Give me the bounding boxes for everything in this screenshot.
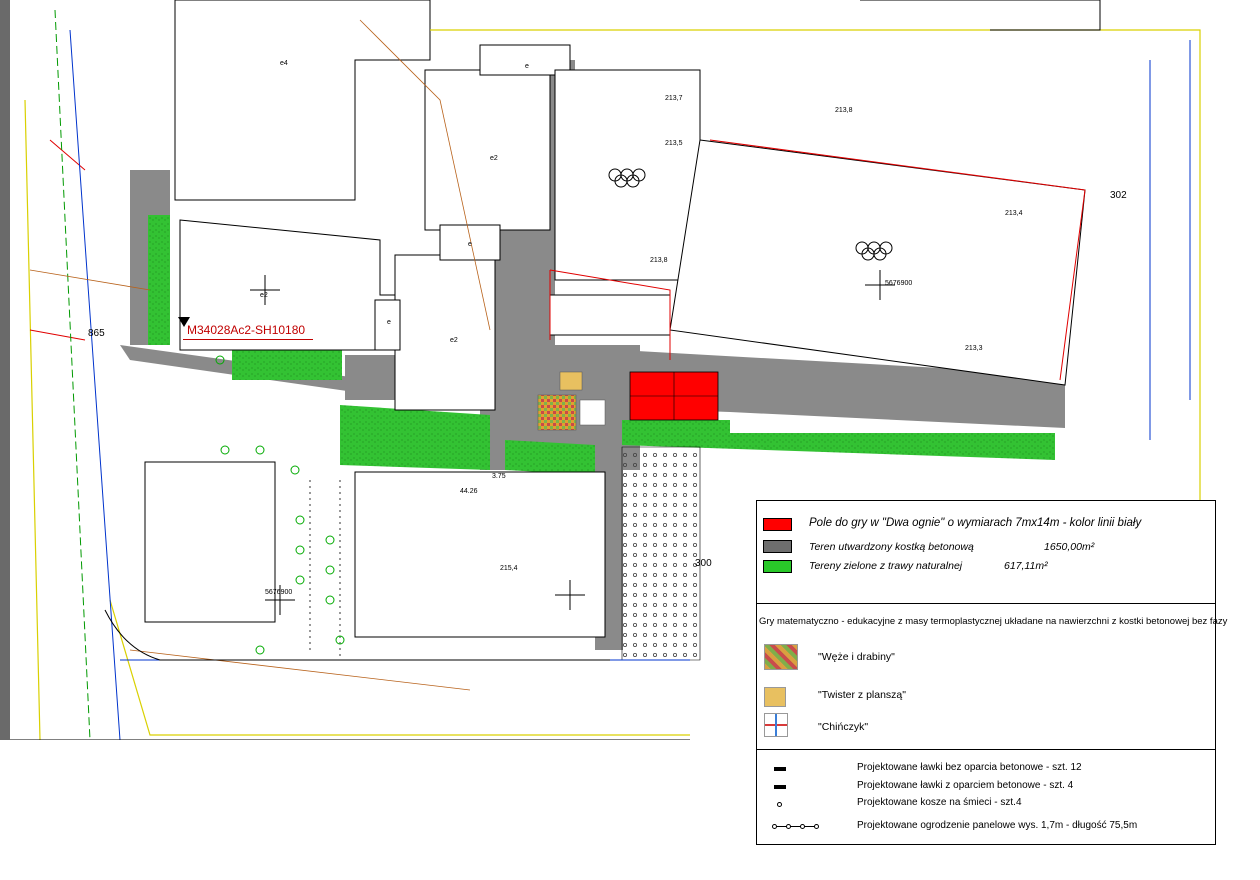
grass-label: Tereny zielone z trawy naturalnej xyxy=(809,560,963,572)
elev-6: 213,8 xyxy=(835,107,853,114)
elev-7: 215,4 xyxy=(500,565,518,572)
grass-value: 617,11m² xyxy=(1004,560,1048,572)
building-e2-north xyxy=(424,69,551,231)
width-1: 44.26 xyxy=(460,488,478,495)
item-label-1: Projektowane ławki bez oparcia betonowe … xyxy=(857,762,1082,773)
side-number-2: 300 xyxy=(695,558,712,569)
map-viewer[interactable]: e4 e e2 e e2 e e2 213,7 213,5 213,8 213,… xyxy=(0,0,1260,880)
grass-strip-west xyxy=(148,215,170,345)
game-twister xyxy=(559,371,583,391)
label-building-2: e xyxy=(525,63,529,70)
game-weze-drabiny xyxy=(537,394,577,431)
item-label-4: Projektowane ogrodzenie panelowe wys. 1,… xyxy=(857,820,1138,831)
grass-swatch xyxy=(763,560,792,573)
bench-icon xyxy=(774,767,786,771)
label-building-1: e4 xyxy=(280,60,288,67)
games-header: Gry matematyczno - edukacyjne z masy ter… xyxy=(759,616,1228,627)
field-south-2 xyxy=(354,471,606,638)
game-chinczyk xyxy=(579,399,606,426)
grass-strip-mid xyxy=(232,350,342,380)
court-swatch xyxy=(763,518,792,531)
label-building-5: e2 xyxy=(260,292,268,299)
green-dashed xyxy=(54,9,91,740)
elev-4: 213,4 xyxy=(1005,210,1023,217)
side-number-1: 865 xyxy=(88,328,105,339)
building-e2-center xyxy=(394,254,496,411)
elev-5: 213,3 xyxy=(965,345,983,352)
dotted-playground xyxy=(621,446,701,661)
paving-swatch xyxy=(763,540,792,553)
label-building-6: e xyxy=(387,319,391,326)
grass-area-2 xyxy=(505,440,595,475)
legend-items-section: Projektowane ławki bez oparcia betonowe … xyxy=(757,749,1215,844)
paving-label: Teren utwardzony kostką betonową xyxy=(809,541,974,553)
building-e4 xyxy=(174,0,431,201)
snakes-ladders-icon xyxy=(764,644,798,670)
grid-number-2: 5676900 xyxy=(265,589,292,596)
bench-back-icon xyxy=(774,785,786,789)
field-olympic-east xyxy=(669,139,1086,386)
label-building-3: e2 xyxy=(490,155,498,162)
elev-1: 213,7 xyxy=(665,95,683,102)
fence-icon xyxy=(772,824,819,829)
fence-line xyxy=(309,480,341,660)
side-number-3: 302 xyxy=(1110,190,1127,201)
label-building-7: e2 xyxy=(450,337,458,344)
map-legend: Pole do gry w "Dwa ognie" o wymiarach 7m… xyxy=(756,500,1227,845)
legend-surfaces-section: Pole do gry w "Dwa ognie" o wymiarach 7m… xyxy=(757,501,1215,604)
game-label-2: "Twister z planszą" xyxy=(818,689,906,701)
bin-icon xyxy=(777,802,782,807)
parcel-code: M34028Ac2-SH10180 xyxy=(187,323,306,337)
field-south-1 xyxy=(144,461,276,623)
label-building-4: e xyxy=(468,241,472,248)
paving-value: 1650,00m² xyxy=(1044,541,1095,553)
game-label-3: "Chińczyk" xyxy=(818,721,869,733)
elev-2: 213,5 xyxy=(665,140,683,147)
elev-3: 213,8 xyxy=(650,257,668,264)
legend-games-section: Gry matematyczno - edukacyjne z masy ter… xyxy=(757,603,1227,750)
small-buildings-row xyxy=(549,294,671,336)
parcel-code-underline xyxy=(183,339,313,340)
grass-area-1 xyxy=(340,405,490,470)
item-label-3: Projektowane kosze na śmieci - szt.4 xyxy=(857,797,1022,808)
width-2: 3.75 xyxy=(492,473,506,480)
game-label-1: "Węże i drabiny" xyxy=(818,651,895,663)
grid-number-1: 5676900 xyxy=(885,280,912,287)
item-label-2: Projektowane ławki z oparciem betonowe -… xyxy=(857,780,1074,791)
chinczyk-icon xyxy=(764,713,788,737)
twister-icon xyxy=(764,687,786,707)
court-label: Pole do gry w "Dwa ognie" o wymiarach 7m… xyxy=(809,517,1142,529)
